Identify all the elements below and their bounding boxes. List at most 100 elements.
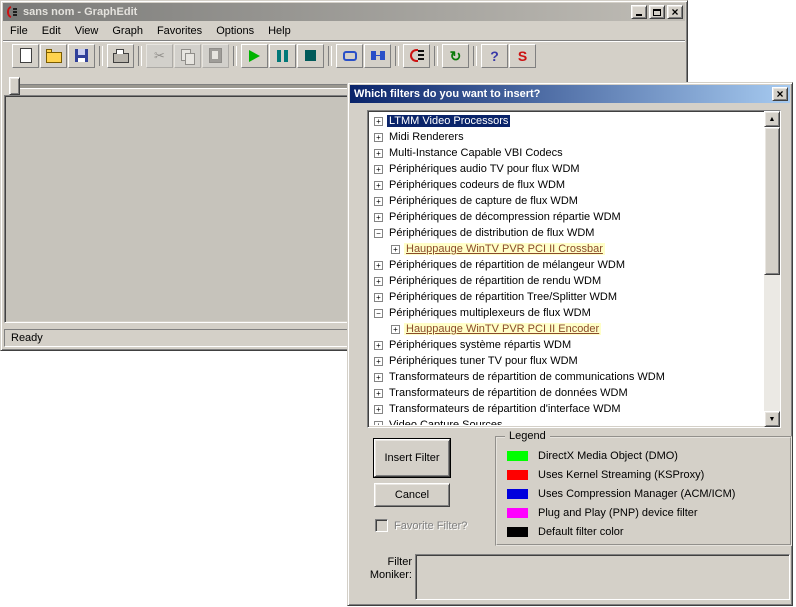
close-button[interactable]: × — [667, 5, 683, 19]
tree-item-label: Périphériques de répartition de rendu WD… — [387, 275, 603, 287]
toolbar-button-connect-remote[interactable] — [336, 44, 363, 68]
legend-color-chip — [507, 508, 528, 518]
tree-item[interactable]: + Périphériques système répartis WDM — [370, 337, 762, 353]
toolbar-separator — [395, 46, 399, 66]
insert-filter-button[interactable]: Insert Filter — [374, 439, 450, 477]
tree-item-label: Périphériques de répartition de mélangeu… — [387, 259, 627, 271]
expand-icon[interactable]: + — [374, 421, 383, 426]
expand-icon[interactable]: + — [374, 277, 383, 286]
tree-item[interactable]: −Périphériques multiplexeurs de flux WDM — [370, 305, 762, 321]
seek-slider-thumb[interactable] — [9, 77, 20, 95]
tree-item[interactable]: +Hauppauge WinTV PVR PCI II Encoder — [370, 321, 762, 337]
menu-favorites[interactable]: Favorites — [150, 22, 209, 40]
expand-icon[interactable]: + — [374, 133, 383, 142]
toolbar-button-refresh[interactable] — [442, 44, 469, 68]
expand-icon[interactable]: + — [374, 181, 383, 190]
dialog-close-button[interactable]: × — [772, 87, 788, 101]
expand-icon[interactable]: + — [374, 341, 383, 350]
menu-options[interactable]: Options — [209, 22, 261, 40]
expand-icon[interactable]: + — [391, 325, 400, 334]
expand-icon[interactable]: + — [374, 293, 383, 302]
scroll-up-button[interactable]: ▲ — [764, 111, 780, 127]
menu-graph[interactable]: Graph — [105, 22, 150, 40]
toolbar-button-stats[interactable] — [509, 44, 536, 68]
tree-item[interactable]: +Périphériques codeurs de flux WDM — [370, 177, 762, 193]
expand-icon[interactable]: + — [374, 165, 383, 174]
tree-item[interactable]: + Périphériques de répartition de rendu W… — [370, 273, 762, 289]
toolbar-button-new-document[interactable] — [12, 44, 39, 68]
legend-item-label: Uses Compression Manager (ACM/ICM) — [538, 488, 735, 500]
toolbar-button-stop[interactable] — [297, 44, 324, 68]
filter-tree-rows: + LTMM Video Processors + Midi Renderers +Mu… — [370, 113, 762, 425]
tree-item[interactable]: +Transformateurs de répartition de commu… — [370, 369, 762, 385]
toolbar-button-copy[interactable] — [174, 44, 201, 68]
minimize-button[interactable] — [631, 5, 647, 19]
tree-item[interactable]: +Périphériques de répartition Tree/Split… — [370, 289, 762, 305]
toolbar-button-pause[interactable] — [269, 44, 296, 68]
scroll-down-button[interactable]: ▼ — [764, 411, 780, 427]
caption-buttons: × — [631, 5, 683, 19]
toolbar-button-save[interactable] — [68, 44, 95, 68]
expand-icon[interactable]: + — [374, 373, 383, 382]
toolbar-button-help[interactable] — [481, 44, 508, 68]
status-text: Ready — [11, 332, 43, 344]
expand-icon[interactable]: + — [374, 213, 383, 222]
toolbar-button-cut[interactable] — [146, 44, 173, 68]
expand-icon[interactable]: + — [374, 117, 383, 126]
filter-moniker-field[interactable] — [415, 554, 790, 600]
tree-item[interactable]: −Périphériques de distribution de flux W… — [370, 225, 762, 241]
expand-icon[interactable]: + — [374, 149, 383, 158]
tree-item[interactable]: +Transformateurs de répartition d'interf… — [370, 401, 762, 417]
toolbar-button-play[interactable] — [241, 44, 268, 68]
menu-help[interactable]: Help — [261, 22, 298, 40]
expand-icon[interactable]: + — [374, 389, 383, 398]
toolbar-button-insert-filters[interactable] — [403, 44, 430, 68]
maximize-button[interactable] — [649, 5, 665, 19]
tree-item-label: Transformateurs de répartition de donnée… — [387, 387, 630, 399]
tree-item-label: LTMM Video Processors — [387, 115, 510, 127]
favorite-filter-label: Favorite Filter? — [394, 520, 467, 532]
tree-item-label: Périphériques système répartis WDM — [387, 339, 573, 351]
menu-edit[interactable]: Edit — [35, 22, 68, 40]
tree-item[interactable]: +Périphériques audio TV pour flux WDM — [370, 161, 762, 177]
tree-item[interactable]: +Video Capture Sources — [370, 417, 762, 425]
tree-item[interactable]: +Périphériques de décompression répartie… — [370, 209, 762, 225]
collapse-icon[interactable]: − — [374, 229, 383, 238]
tree-scrollbar: ▲ ▼ — [764, 111, 780, 427]
toolbar-button-open-folder[interactable] — [40, 44, 67, 68]
cancel-button[interactable]: Cancel — [374, 483, 450, 507]
tree-item[interactable]: +Périphériques tuner TV pour flux WDM — [370, 353, 762, 369]
tree-item[interactable]: + Midi Renderers — [370, 129, 762, 145]
favorite-filter-checkbox[interactable] — [375, 519, 388, 532]
expand-icon[interactable]: + — [391, 245, 400, 254]
main-titlebar[interactable]: sans nom - GraphEdit × — [3, 3, 685, 21]
tree-item[interactable]: + Périphériques de capture de flux WDM — [370, 193, 762, 209]
toolbar-separator — [473, 46, 477, 66]
scrollbar-thumb[interactable] — [764, 127, 780, 275]
tree-item[interactable]: + Périphériques de répartition de mélange… — [370, 257, 762, 273]
graphedit-logo-icon — [5, 5, 19, 19]
open-folder-icon — [46, 52, 62, 63]
tree-item[interactable]: +Hauppauge WinTV PVR PCI II Crossbar — [370, 241, 762, 257]
collapse-icon[interactable]: − — [374, 309, 383, 318]
insert-filters-icon — [409, 49, 424, 62]
toolbar-button-print[interactable] — [107, 44, 134, 68]
expand-icon[interactable]: + — [374, 197, 383, 206]
toolbar-button-render-media[interactable] — [364, 44, 391, 68]
tree-item-label: Midi Renderers — [387, 131, 466, 143]
tree-item[interactable]: + Transformateurs de répartition de donné… — [370, 385, 762, 401]
tree-item-label: Périphériques de distribution de flux WD… — [387, 227, 596, 239]
expand-icon[interactable]: + — [374, 357, 383, 366]
menu-view[interactable]: View — [68, 22, 106, 40]
legend-item-label: Plug and Play (PNP) device filter — [538, 507, 698, 519]
tree-item-label: Périphériques de capture de flux WDM — [387, 195, 580, 207]
tree-item[interactable]: + LTMM Video Processors — [370, 113, 762, 129]
menu-file[interactable]: File — [3, 22, 35, 40]
toolbar-button-paste[interactable] — [202, 44, 229, 68]
toolbar-separator — [138, 46, 142, 66]
expand-icon[interactable]: + — [374, 261, 383, 270]
legend-item: Plug and Play (PNP) device filter — [507, 503, 786, 522]
expand-icon[interactable]: + — [374, 405, 383, 414]
tree-item[interactable]: +Multi-Instance Capable VBI Codecs — [370, 145, 762, 161]
dialog-titlebar[interactable]: Which filters do you want to insert? × — [350, 85, 790, 103]
